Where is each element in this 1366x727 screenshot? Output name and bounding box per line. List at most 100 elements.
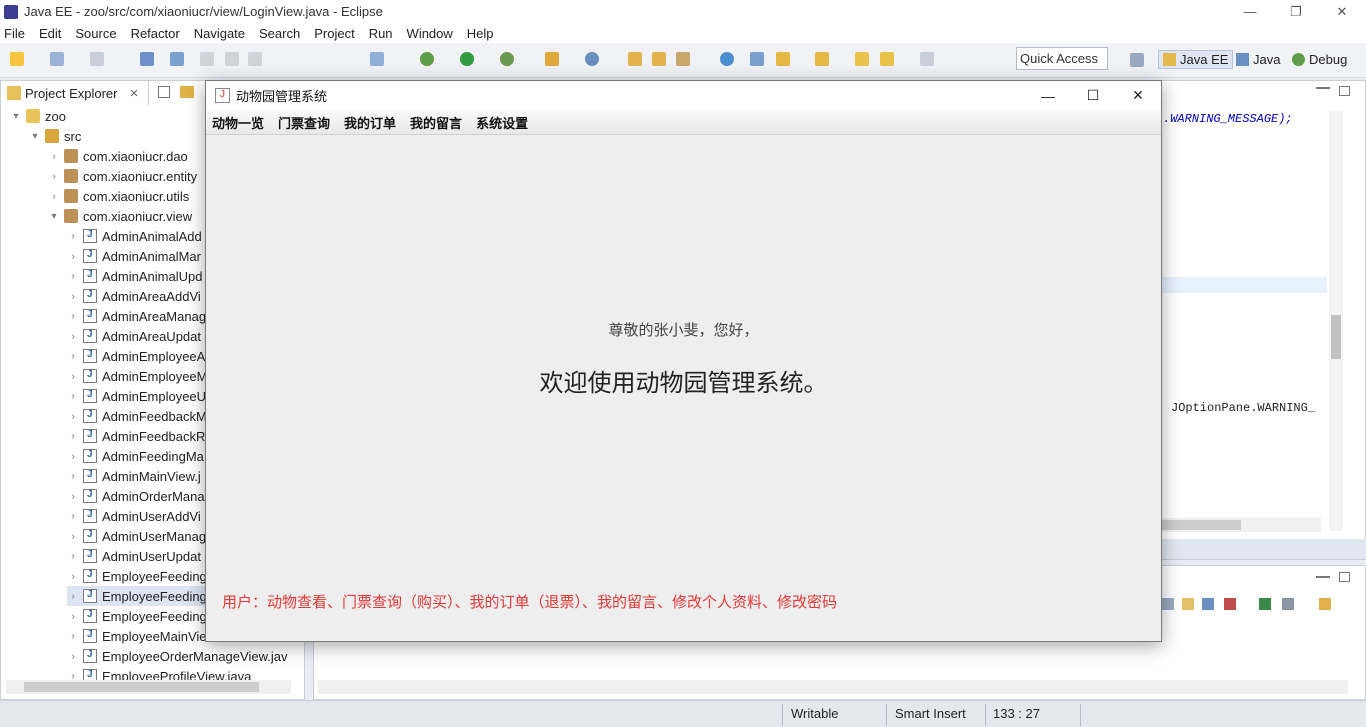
- dialog-maximize-button[interactable]: ☐: [1070, 81, 1116, 110]
- tree-item[interactable]: ▾ zoo: [10, 106, 65, 126]
- tree-item[interactable]: › AdminUserManag: [67, 526, 206, 546]
- run-icon[interactable]: [460, 52, 474, 66]
- close-button[interactable]: ✕: [1319, 0, 1365, 23]
- tree-item[interactable]: › AdminFeedbackM: [67, 406, 206, 426]
- perspective-java-ee[interactable]: Java EE: [1158, 50, 1234, 69]
- open-console-icon[interactable]: [1182, 598, 1194, 610]
- tree-item[interactable]: › AdminUserAddVi: [67, 506, 200, 526]
- chevron-right-icon[interactable]: ›: [67, 271, 79, 282]
- tree-item[interactable]: › AdminAreaManag: [67, 306, 206, 326]
- tree-item[interactable]: › AdminEmployeeU: [67, 386, 206, 406]
- tree-item[interactable]: ▾ src: [29, 126, 81, 146]
- chevron-right-icon[interactable]: ›: [67, 491, 79, 502]
- open-perspective-icon[interactable]: [1130, 53, 1144, 67]
- tree-horizontal-scrollbar[interactable]: [6, 680, 291, 694]
- display-console-icon[interactable]: [1202, 598, 1214, 610]
- web-browser-icon[interactable]: [720, 52, 734, 66]
- tree-item[interactable]: › AdminEmployeeM: [67, 366, 207, 386]
- menu-my-orders[interactable]: 我的订单: [344, 113, 396, 132]
- skip-breakpoints-icon[interactable]: [170, 52, 184, 66]
- menu-help[interactable]: Help: [467, 26, 494, 41]
- dialog-minimize-button[interactable]: —: [1025, 81, 1071, 110]
- tree-item[interactable]: › AdminAreaAddVi: [67, 286, 200, 306]
- quick-access-field[interactable]: Quick Access: [1016, 47, 1108, 70]
- menu-window[interactable]: Window: [407, 26, 453, 41]
- editor-horizontal-scrollbar[interactable]: [1161, 518, 1321, 532]
- tree-item[interactable]: › EmployeeFeeding: [67, 566, 206, 586]
- dialog-close-button[interactable]: ✕: [1115, 81, 1161, 110]
- tree-item[interactable]: › EmployeeFeeding: [67, 586, 207, 606]
- resume-icon[interactable]: [200, 52, 214, 66]
- chevron-right-icon[interactable]: ›: [67, 431, 79, 442]
- perspective-debug[interactable]: Debug: [1292, 52, 1347, 67]
- new-java-class-icon[interactable]: [585, 52, 599, 66]
- maximize-view-icon[interactable]: [1339, 86, 1350, 96]
- next-annotation-icon[interactable]: [776, 52, 790, 66]
- collapse-all-icon[interactable]: [158, 86, 170, 98]
- open-console-dropdown-icon[interactable]: [1319, 598, 1331, 610]
- menu-file[interactable]: File: [4, 26, 25, 41]
- tree-item[interactable]: › AdminOrderMana: [67, 486, 204, 506]
- tree-item[interactable]: › EmployeeProfileView.java: [67, 666, 251, 680]
- chevron-right-icon[interactable]: ›: [67, 391, 79, 402]
- tree-item[interactable]: › AdminFeedbackR: [67, 426, 205, 446]
- menu-my-messages[interactable]: 我的留言: [410, 113, 462, 132]
- menu-animal-list[interactable]: 动物一览: [212, 113, 264, 132]
- close-tab-icon[interactable]: ✕: [129, 87, 138, 100]
- editor-vertical-scrollbar[interactable]: [1329, 111, 1343, 531]
- chevron-down-icon[interactable]: ▾: [29, 131, 41, 142]
- console-menu-icon[interactable]: [1282, 598, 1294, 610]
- menu-project[interactable]: Project: [314, 26, 354, 41]
- tree-item[interactable]: › AdminUserUpdat: [67, 546, 201, 566]
- previous-annotation-icon[interactable]: [815, 52, 829, 66]
- scrollbar-thumb[interactable]: [1331, 315, 1341, 359]
- forward-icon[interactable]: [920, 52, 934, 66]
- external-tools-icon[interactable]: [370, 52, 384, 66]
- console-horizontal-scrollbar[interactable]: [318, 680, 1348, 694]
- chevron-down-icon[interactable]: ▾: [48, 211, 60, 222]
- menu-refactor[interactable]: Refactor: [131, 26, 180, 41]
- code-editor[interactable]: [1160, 80, 1366, 560]
- debug-icon[interactable]: [420, 52, 434, 66]
- chevron-right-icon[interactable]: ›: [48, 151, 60, 162]
- menu-search[interactable]: Search: [259, 26, 300, 41]
- tree-item[interactable]: › AdminMainView.j: [67, 466, 200, 486]
- restore-button[interactable]: ❐: [1273, 0, 1319, 23]
- tree-item[interactable]: › AdminFeedingMa: [67, 446, 204, 466]
- tree-item[interactable]: › AdminAnimalUpd: [67, 266, 202, 286]
- new-console-icon[interactable]: [1259, 598, 1271, 610]
- minimize-button[interactable]: —: [1227, 0, 1273, 23]
- menu-run[interactable]: Run: [369, 26, 393, 41]
- tree-item[interactable]: › AdminAreaUpdat: [67, 326, 201, 346]
- chevron-right-icon[interactable]: ›: [67, 371, 79, 382]
- scrollbar-thumb[interactable]: [1161, 520, 1241, 530]
- save-icon[interactable]: [90, 52, 104, 66]
- chevron-right-icon[interactable]: ›: [67, 451, 79, 462]
- chevron-right-icon[interactable]: ›: [67, 631, 79, 642]
- dialog-title-bar[interactable]: 动物园管理系统 — ☐ ✕: [206, 81, 1161, 110]
- back-icon[interactable]: [880, 52, 894, 66]
- tree-item[interactable]: ▾ com.xiaoniucr.view: [48, 206, 192, 226]
- tree-item[interactable]: › com.xiaoniucr.utils: [48, 186, 189, 206]
- chevron-right-icon[interactable]: ›: [67, 291, 79, 302]
- menu-navigate[interactable]: Navigate: [194, 26, 245, 41]
- chevron-right-icon[interactable]: ›: [67, 251, 79, 262]
- chevron-right-icon[interactable]: ›: [67, 611, 79, 622]
- chevron-right-icon[interactable]: ›: [67, 411, 79, 422]
- remove-launch-icon[interactable]: [1224, 598, 1236, 610]
- tree-item[interactable]: › EmployeeOrderManageView.jav: [67, 646, 287, 666]
- tree-item[interactable]: › AdminEmployeeA: [67, 346, 205, 366]
- new-server-icon[interactable]: [545, 52, 559, 66]
- perspective-java[interactable]: Java: [1236, 52, 1280, 67]
- chevron-right-icon[interactable]: ›: [48, 171, 60, 182]
- search-icon[interactable]: [676, 52, 690, 66]
- chevron-down-icon[interactable]: ▾: [10, 111, 22, 122]
- terminate-icon[interactable]: [248, 52, 262, 66]
- chevron-right-icon[interactable]: ›: [67, 551, 79, 562]
- tree-item[interactable]: › com.xiaoniucr.entity: [48, 166, 197, 186]
- chevron-right-icon[interactable]: ›: [67, 471, 79, 482]
- new-icon[interactable]: [10, 52, 24, 66]
- menu-system-settings[interactable]: 系统设置: [476, 113, 528, 132]
- chevron-right-icon[interactable]: ›: [67, 571, 79, 582]
- chevron-right-icon[interactable]: ›: [48, 191, 60, 202]
